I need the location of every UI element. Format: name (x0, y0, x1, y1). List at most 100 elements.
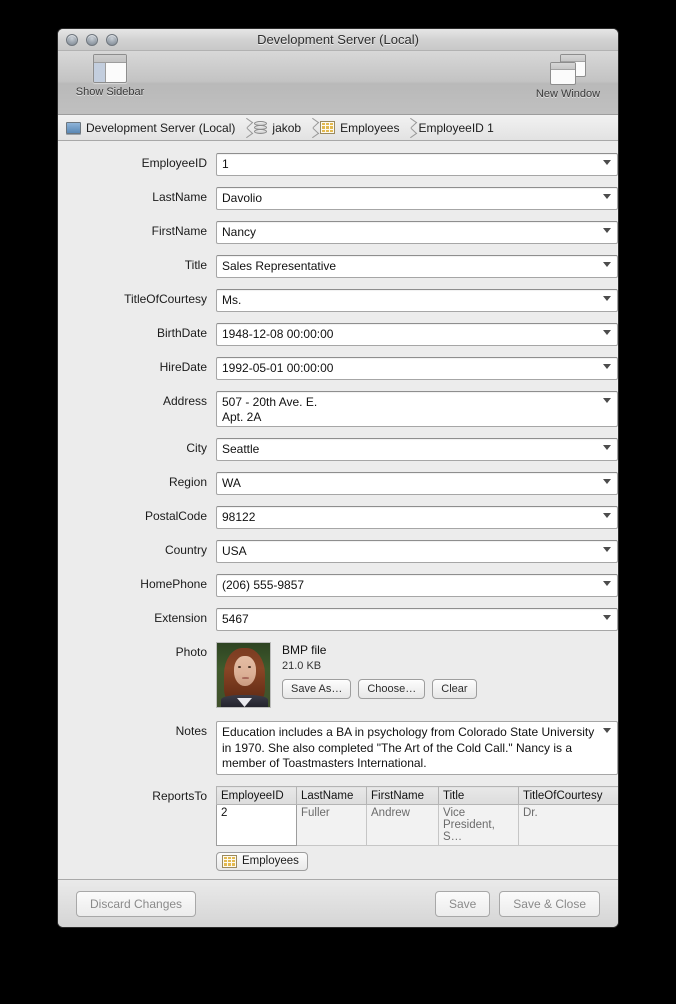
new-window-label: New Window (535, 88, 601, 100)
reports-to-table: EmployeeID LastName FirstName Title Titl… (216, 786, 618, 846)
breadcrumb-label-database: jakob (272, 120, 302, 135)
breadcrumb-label-table: Employees (340, 120, 400, 135)
cell-titleofcourtesy[interactable]: Dr. (518, 804, 618, 846)
window-title-bar[interactable]: Development Server (Local) (58, 29, 618, 51)
field-input-lastname[interactable]: Davolio (216, 187, 618, 210)
breadcrumb-item-record[interactable]: EmployeeID 1 (418, 121, 497, 135)
chevron-down-icon[interactable] (603, 513, 611, 518)
field-input-extension[interactable]: 5467 (216, 608, 618, 631)
breadcrumb-item-server[interactable]: Development Server (Local) (66, 121, 239, 135)
photo-file-type: BMP file (282, 643, 327, 657)
breadcrumb: Development Server (Local) jakob Employe… (58, 115, 618, 141)
chevron-down-icon[interactable] (603, 445, 611, 450)
new-window-icon (550, 54, 586, 85)
chevron-down-icon[interactable] (603, 228, 611, 233)
field-row-reportsto: ReportsTo EmployeeID LastName FirstName … (58, 786, 618, 871)
field-row-extension: Extension 5467 (58, 608, 618, 631)
field-label-lastname: LastName (152, 190, 207, 204)
field-row-hiredate: HireDate 1992-05-01 00:00:00 (58, 357, 618, 380)
column-header-firstname[interactable]: FirstName (366, 786, 439, 805)
field-input-employeeid[interactable]: 1 (216, 153, 618, 176)
table-grid-icon (320, 121, 336, 134)
field-row-homephone: HomePhone (206) 555-9857 (58, 574, 618, 597)
column-header-employeeid[interactable]: EmployeeID (216, 786, 297, 805)
save-button[interactable]: Save (434, 890, 491, 917)
field-label-homephone: HomePhone (140, 577, 207, 591)
field-input-birthdate[interactable]: 1948-12-08 00:00:00 (216, 323, 618, 346)
field-row-notes: Notes Education includes a BA in psychol… (58, 721, 618, 775)
show-sidebar-button[interactable]: Show Sidebar (62, 54, 158, 98)
related-employees-button[interactable]: Employees (216, 851, 308, 871)
cell-firstname[interactable]: Andrew (366, 804, 439, 846)
field-label-country: Country (164, 543, 207, 557)
photo-thumbnail[interactable] (216, 642, 271, 708)
breadcrumb-item-table[interactable]: Employees (320, 121, 403, 135)
field-label-city: City (186, 441, 207, 455)
minimize-button[interactable] (86, 34, 98, 46)
column-header-title[interactable]: Title (438, 786, 519, 805)
field-row-city: City Seattle (58, 438, 618, 461)
window-title: Development Server (Local) (257, 32, 419, 47)
table-grid-icon (222, 854, 237, 868)
toolbar: Show Sidebar New Window (58, 51, 618, 115)
field-input-address[interactable]: 507 - 20th Ave. E. Apt. 2A (216, 391, 618, 427)
save-as-button[interactable]: Save As… (282, 679, 352, 699)
field-label-extension: Extension (154, 611, 207, 625)
save-and-close-button[interactable]: Save & Close (499, 890, 600, 917)
field-input-country[interactable]: USA (216, 540, 618, 563)
discard-changes-button[interactable]: Discard Changes (76, 890, 197, 917)
chevron-down-icon[interactable] (603, 330, 611, 335)
cell-employeeid[interactable]: 2 (216, 804, 297, 846)
field-input-notes[interactable]: Education includes a BA in psychology fr… (216, 721, 618, 775)
breadcrumb-label-server: Development Server (Local) (86, 120, 236, 135)
chevron-down-icon[interactable] (603, 296, 611, 301)
breadcrumb-label-record: EmployeeID 1 (418, 120, 494, 135)
chevron-down-icon[interactable] (603, 547, 611, 552)
field-label-birthdate: BirthDate (156, 326, 207, 340)
chevron-down-icon[interactable] (603, 581, 611, 586)
field-input-region[interactable]: WA (216, 472, 618, 495)
field-row-postalcode: PostalCode 98122 (58, 506, 618, 529)
cell-lastname[interactable]: Fuller (296, 804, 367, 846)
field-input-title[interactable]: Sales Representative (216, 255, 618, 278)
chevron-down-icon[interactable] (603, 479, 611, 484)
field-input-titleofcourtesy[interactable]: Ms. (216, 289, 618, 312)
new-window-button[interactable]: New Window (520, 54, 616, 100)
chevron-down-icon[interactable] (603, 615, 611, 620)
table-row[interactable]: 2 Fuller Andrew Vice President, S… Dr. 1… (216, 804, 618, 846)
field-input-firstname[interactable]: Nancy (216, 221, 618, 244)
column-header-titleofcourtesy[interactable]: TitleOfCourtesy (518, 786, 618, 805)
chevron-down-icon[interactable] (603, 160, 611, 165)
photo-file-size: 21.0 KB (282, 660, 322, 672)
database-record-window: Development Server (Local) Show Sidebar … (57, 28, 619, 928)
clear-button[interactable]: Clear (432, 679, 477, 699)
field-label-hiredate: HireDate (159, 360, 207, 374)
chevron-down-icon[interactable] (603, 364, 611, 369)
column-header-lastname[interactable]: LastName (296, 786, 367, 805)
field-input-city[interactable]: Seattle (216, 438, 618, 461)
choose-button[interactable]: Choose… (358, 679, 426, 699)
field-input-hiredate[interactable]: 1992-05-01 00:00:00 (216, 357, 618, 380)
chevron-down-icon[interactable] (603, 194, 611, 199)
field-label-title: Title (184, 258, 207, 272)
field-row-photo: Photo BMP file 21.0 KB Save As… Choose… … (58, 642, 618, 708)
field-label-address: Address (162, 394, 207, 408)
record-form: EmployeeID 1 LastName Davolio FirstName … (58, 141, 618, 879)
field-input-postalcode[interactable]: 98122 (216, 506, 618, 529)
chevron-down-icon[interactable] (603, 728, 611, 733)
field-label-notes: Notes (175, 724, 207, 738)
cell-title[interactable]: Vice President, S… (438, 804, 519, 846)
chevron-down-icon[interactable] (603, 262, 611, 267)
field-row-lastname: LastName Davolio (58, 187, 618, 210)
sidebar-icon (93, 54, 127, 83)
field-label-region: Region (168, 475, 207, 489)
field-input-homephone[interactable]: (206) 555-9857 (216, 574, 618, 597)
field-label-photo: Photo (175, 645, 207, 659)
zoom-button[interactable] (106, 34, 118, 46)
show-sidebar-label: Show Sidebar (75, 86, 145, 98)
chevron-down-icon[interactable] (603, 398, 611, 403)
breadcrumb-item-database[interactable]: jakob (254, 120, 305, 135)
field-label-reportsto: ReportsTo (152, 789, 207, 803)
close-button[interactable] (66, 34, 78, 46)
field-row-titleofcourtesy: TitleOfCourtesy Ms. (58, 289, 618, 312)
